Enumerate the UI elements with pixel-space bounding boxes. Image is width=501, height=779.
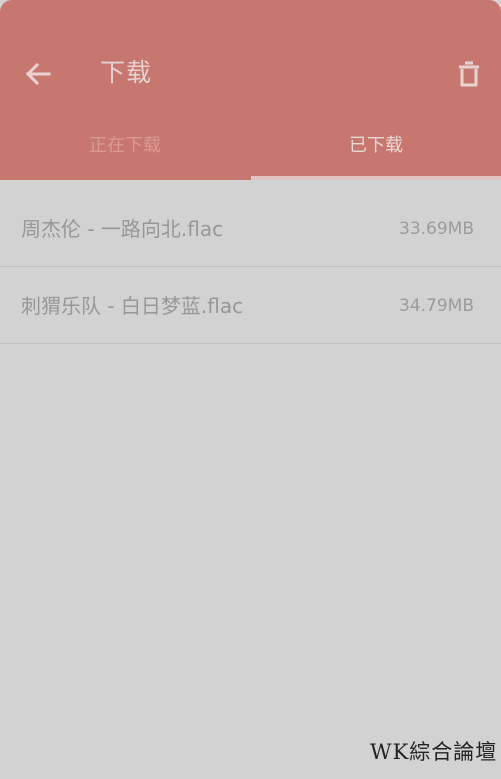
watermark-text: WK綜合論壇 [370, 740, 498, 764]
file-name: 刺猬乐队 - 白日梦蓝.flac [21, 294, 244, 318]
page-title: 下载 [100, 58, 153, 87]
back-button[interactable] [18, 54, 58, 94]
trash-icon [459, 61, 479, 87]
file-name: 周杰伦 - 一路向北.flac [21, 217, 224, 241]
arrow-left-icon [25, 62, 51, 86]
active-tab-indicator [251, 176, 501, 180]
download-item-bai-ri-meng-lan[interactable]: 刺猬乐队 - 白日梦蓝.flac 34.79MB [0, 267, 501, 344]
tab-downloading[interactable]: 正在下载 [0, 127, 250, 165]
download-list: 周杰伦 - 一路向北.flac 33.69MB 刺猬乐队 - 白日梦蓝.flac… [0, 190, 501, 344]
delete-button[interactable] [450, 54, 488, 94]
tab-downloaded[interactable]: 已下载 [251, 127, 501, 165]
download-item-yi-lu-xiang-bei[interactable]: 周杰伦 - 一路向北.flac 33.69MB [0, 190, 501, 267]
app-bar: 下载 正在下载 已下载 [0, 0, 501, 180]
file-size: 34.79MB [399, 296, 474, 316]
file-size: 33.69MB [399, 219, 474, 239]
download-manager-screen: 下载 正在下载 已下载 周杰伦 - 一路向北.flac 33.69MB 刺猬乐队… [0, 0, 501, 779]
